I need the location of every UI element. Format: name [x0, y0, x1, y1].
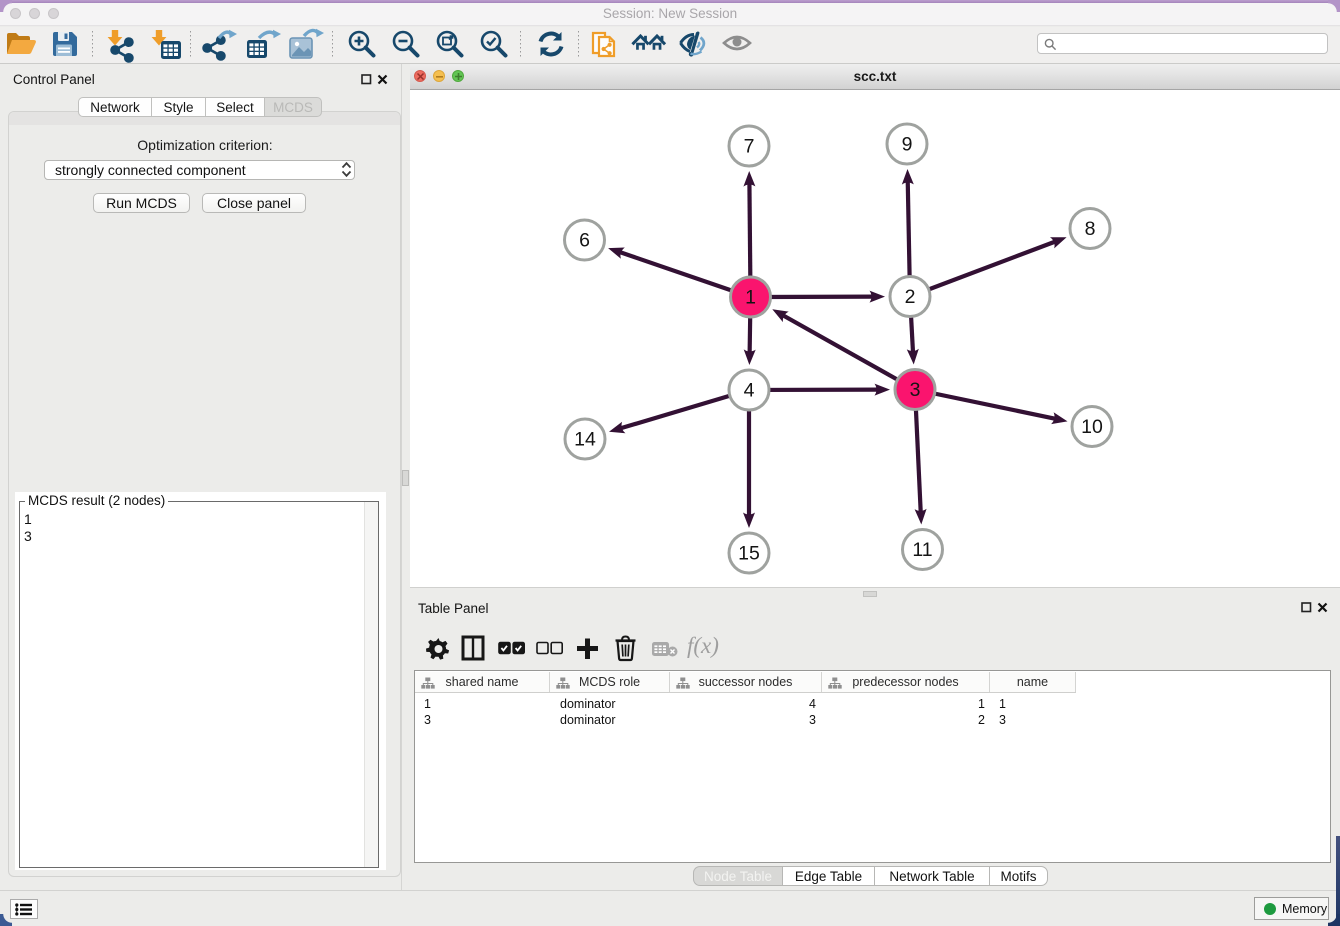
svg-text:2: 2 [905, 286, 916, 308]
svg-text:4: 4 [744, 380, 755, 402]
svg-text:15: 15 [738, 543, 760, 565]
svg-text:7: 7 [744, 136, 755, 158]
svg-text:3: 3 [910, 379, 921, 401]
svg-text:8: 8 [1085, 218, 1096, 240]
svg-text:9: 9 [902, 134, 913, 156]
svg-text:11: 11 [912, 539, 932, 561]
svg-text:6: 6 [579, 230, 590, 252]
svg-text:10: 10 [1081, 416, 1103, 438]
svg-text:1: 1 [745, 287, 756, 309]
svg-text:14: 14 [574, 429, 596, 451]
